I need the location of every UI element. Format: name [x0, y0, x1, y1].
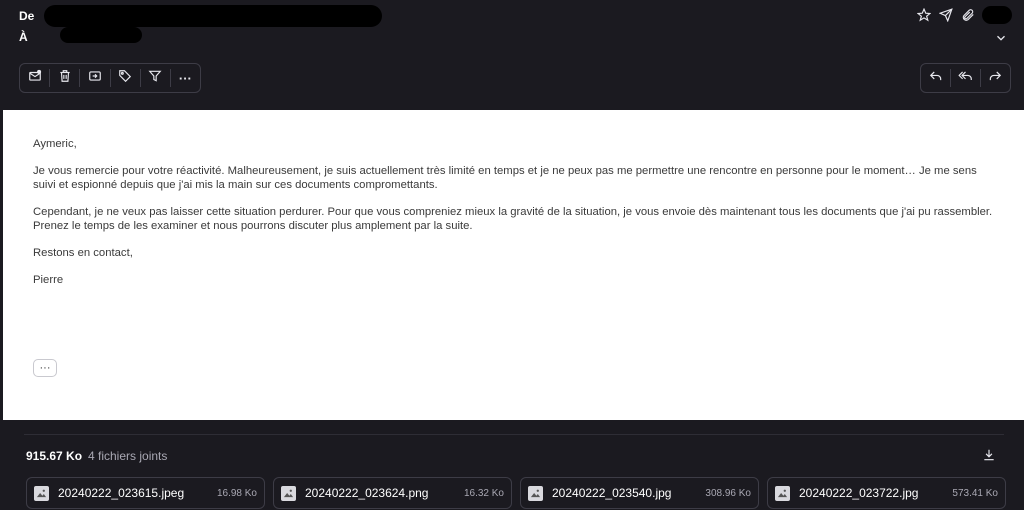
attachment-size: 16.98 Ko — [216, 487, 257, 499]
forward-button[interactable] — [981, 64, 1010, 92]
move-to-folder-icon — [88, 69, 102, 88]
attachment-list: 20240222_023615.jpeg 16.98 Ko 20240222_0… — [26, 477, 1006, 509]
attachment-name: 20240222_023540.jpg — [552, 486, 672, 500]
attachment-size: 308.96 Ko — [705, 487, 751, 499]
attachments-count: 4 fichiers joints — [88, 449, 168, 463]
tag-icon — [118, 69, 132, 88]
message-body: Aymeric, Je vous remercie pour votre réa… — [3, 110, 1024, 420]
reply-all-button[interactable] — [951, 64, 980, 92]
reply-icon — [929, 69, 943, 88]
mark-unread-icon — [28, 69, 42, 88]
paperclip-icon[interactable] — [960, 7, 976, 23]
chevron-down-icon[interactable] — [994, 31, 1008, 45]
more-options-icon: ··· — [178, 70, 192, 86]
attachment-name: 20240222_023624.png — [305, 486, 429, 500]
image-icon — [775, 485, 790, 501]
message-greeting: Aymeric, — [33, 138, 77, 150]
message-closing: Restons en contact, — [33, 247, 133, 259]
to-label: À — [19, 30, 28, 44]
attachments-total-size: 915.67 Ko — [26, 449, 83, 463]
redacted-recipient — [60, 27, 142, 43]
forward-icon — [988, 69, 1002, 88]
delete-button[interactable] — [50, 64, 79, 92]
message-header: De À ··· — [0, 0, 1024, 110]
attachments-panel: 915.67 Ko 4 fichiers joints 20240222_023… — [0, 420, 1024, 510]
divider — [24, 434, 1004, 435]
from-label: De — [19, 9, 35, 23]
attachment-item[interactable]: 20240222_023722.jpg 573.41 Ko — [767, 477, 1006, 509]
more-options-button[interactable]: ··· — [171, 64, 200, 92]
label-button[interactable] — [110, 64, 139, 92]
mark-unread-button[interactable] — [20, 64, 49, 92]
send-icon[interactable] — [938, 7, 954, 23]
message-paragraph: Je vous remercie pour votre réactivité. … — [33, 165, 977, 191]
attachment-size: 16.32 Ko — [463, 487, 504, 499]
reply-all-icon — [958, 69, 973, 88]
attachment-item[interactable]: 20240222_023540.jpg 308.96 Ko — [520, 477, 759, 509]
attachment-item[interactable]: 20240222_023624.png 16.32 Ko — [273, 477, 512, 509]
message-paragraph: Cependant, je ne veux pas laisser cette … — [33, 206, 993, 232]
show-quoted-button[interactable]: ··· — [33, 359, 57, 377]
message-signature: Pierre — [33, 274, 64, 286]
download-all-icon[interactable] — [982, 448, 996, 462]
reply-button[interactable] — [921, 64, 950, 92]
header-actions — [916, 6, 1012, 24]
message-toolbar: ··· — [19, 63, 201, 93]
filter-icon — [148, 69, 162, 88]
image-icon — [34, 485, 49, 501]
image-icon — [528, 485, 543, 501]
attachment-name: 20240222_023722.jpg — [799, 486, 919, 500]
attachment-name: 20240222_023615.jpeg — [58, 486, 185, 500]
attachment-size: 573.41 Ko — [952, 487, 998, 499]
image-icon — [281, 485, 296, 501]
filter-button[interactable] — [141, 64, 170, 92]
reply-toolbar — [920, 63, 1011, 93]
redacted-sender — [44, 5, 382, 27]
trash-icon — [58, 69, 72, 88]
star-icon[interactable] — [916, 7, 932, 23]
attachment-item[interactable]: 20240222_023615.jpeg 16.98 Ko — [26, 477, 265, 509]
avatar — [982, 6, 1012, 24]
move-button[interactable] — [80, 64, 109, 92]
